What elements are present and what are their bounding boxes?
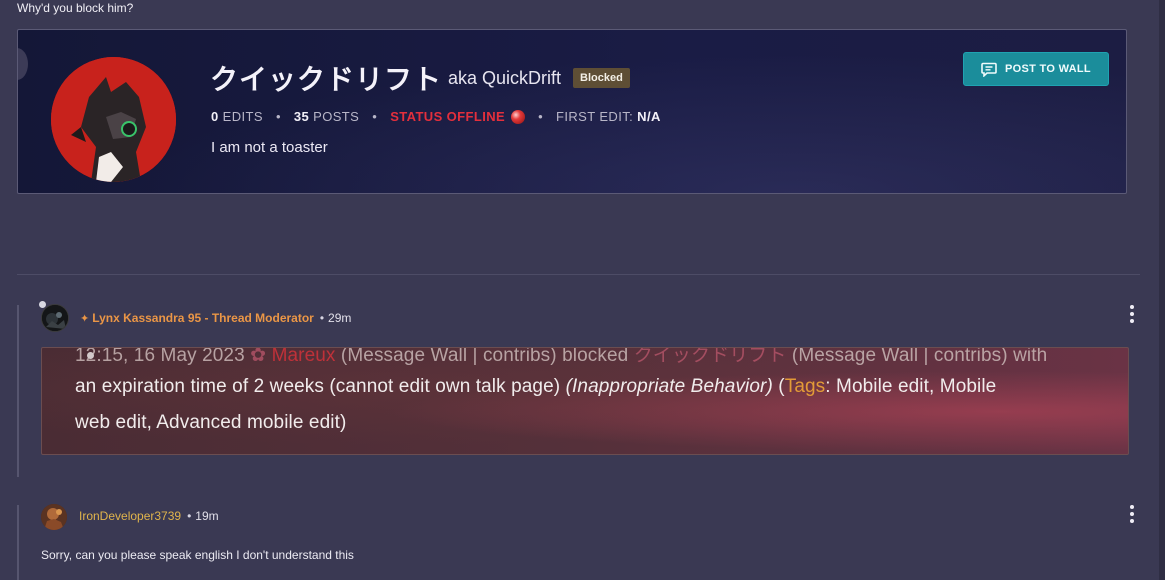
post-embedded-image[interactable]: 12:15, 16 May 2023 ✿ Mareux (Message Wal… — [41, 347, 1129, 455]
embed-timestamp: 12:15, 16 May 2023 — [75, 347, 245, 366]
post-avatar[interactable] — [41, 504, 67, 530]
avatar-image — [51, 57, 176, 182]
status-offline-icon — [511, 109, 526, 124]
embed-tags: : Mobile edit, Mobile — [825, 376, 997, 397]
post-time[interactable]: 19m — [195, 509, 218, 523]
embed-line-2: an expiration time of 2 weeks (cannot ed… — [75, 376, 996, 398]
edits-count: 0 — [211, 109, 219, 124]
profile-bio: I am not a toaster — [211, 139, 328, 156]
post-to-wall-button[interactable]: POST TO WALL — [963, 52, 1109, 86]
post-avatar[interactable] — [41, 304, 69, 332]
separator-dot: • — [187, 509, 192, 523]
moderator-badge-icon: ✦ — [80, 312, 90, 325]
section-divider — [17, 274, 1140, 275]
embed-reason: (Inappropriate Behavior) — [565, 376, 773, 397]
post-header: ✦ Lynx Kassandra 95 - Thread Moderator •… — [80, 311, 351, 325]
username-row: クイックドリフト aka QuickDrift Blocked — [210, 58, 630, 98]
profile-username: クイックドリフト — [210, 64, 443, 95]
thread-line — [17, 305, 19, 477]
profile-avatar[interactable] — [51, 57, 176, 182]
first-edit-value: N/A — [637, 109, 661, 124]
separator-dot: • — [372, 109, 378, 124]
profile-aka: aka QuickDrift — [448, 67, 562, 88]
carousel-prev-handle[interactable] — [18, 48, 28, 80]
flower-icon: ✿ — [250, 347, 272, 366]
post-body: Sorry, can you please speak english I do… — [41, 548, 354, 562]
embed-target-links: (Message Wall | contribs) — [791, 347, 1008, 366]
embed-tags-link: Tags — [784, 376, 826, 397]
embed-target: クイックドリフト — [633, 347, 787, 366]
message-icon — [981, 62, 997, 77]
edits-label: EDITS — [222, 109, 263, 124]
posts-count[interactable]: 35 — [294, 109, 309, 124]
avatar-image — [42, 305, 68, 331]
post-author[interactable]: IronDeveloper3739 — [79, 509, 181, 523]
embed-line-3: web edit, Advanced mobile edit) — [75, 412, 347, 433]
bullet-icon — [87, 352, 94, 359]
status-text: STATUS OFFLINE — [390, 109, 506, 124]
first-edit-label: FIRST EDIT: — [556, 109, 634, 124]
post-author[interactable]: Lynx Kassandra 95 - Thread Moderator — [92, 311, 314, 325]
embed-line-1: 12:15, 16 May 2023 ✿ Mareux (Message Wal… — [75, 347, 1048, 367]
embed-user-link: Mareux — [271, 347, 336, 366]
separator-dot: • — [538, 109, 544, 124]
embed-expiry-text: an expiration time of 2 weeks (cannot ed… — [75, 376, 561, 397]
scrollbar[interactable] — [1159, 0, 1165, 580]
profile-card: クイックドリフト aka QuickDrift Blocked 0 EDITS … — [17, 29, 1127, 194]
separator-dot: • — [319, 311, 325, 325]
embed-action: blocked — [562, 347, 629, 366]
post-to-wall-label: POST TO WALL — [1005, 63, 1091, 75]
embed-user-links: (Message Wall | contribs) — [340, 347, 557, 366]
post-header: IronDeveloper3739 • 19m — [79, 509, 219, 523]
posts-label[interactable]: POSTS — [313, 109, 359, 124]
discussion-page: Why'd you block him? クイックドリフト aka QuickD… — [0, 0, 1165, 580]
previous-reply-text: Why'd you block him? — [17, 1, 134, 15]
post-more-options-icon[interactable] — [1124, 305, 1140, 323]
blocked-badge: Blocked — [573, 68, 630, 88]
avatar-image — [41, 504, 67, 530]
post-more-options-icon[interactable] — [1124, 505, 1140, 523]
online-indicator — [39, 301, 46, 308]
embed-suffix: with — [1013, 347, 1048, 366]
separator-dot: • — [275, 109, 281, 124]
post-time[interactable]: 29m — [328, 311, 351, 325]
thread-line — [17, 505, 19, 580]
profile-stats: 0 EDITS • 35 POSTS • STATUS OFFLINE • FI… — [211, 109, 661, 124]
